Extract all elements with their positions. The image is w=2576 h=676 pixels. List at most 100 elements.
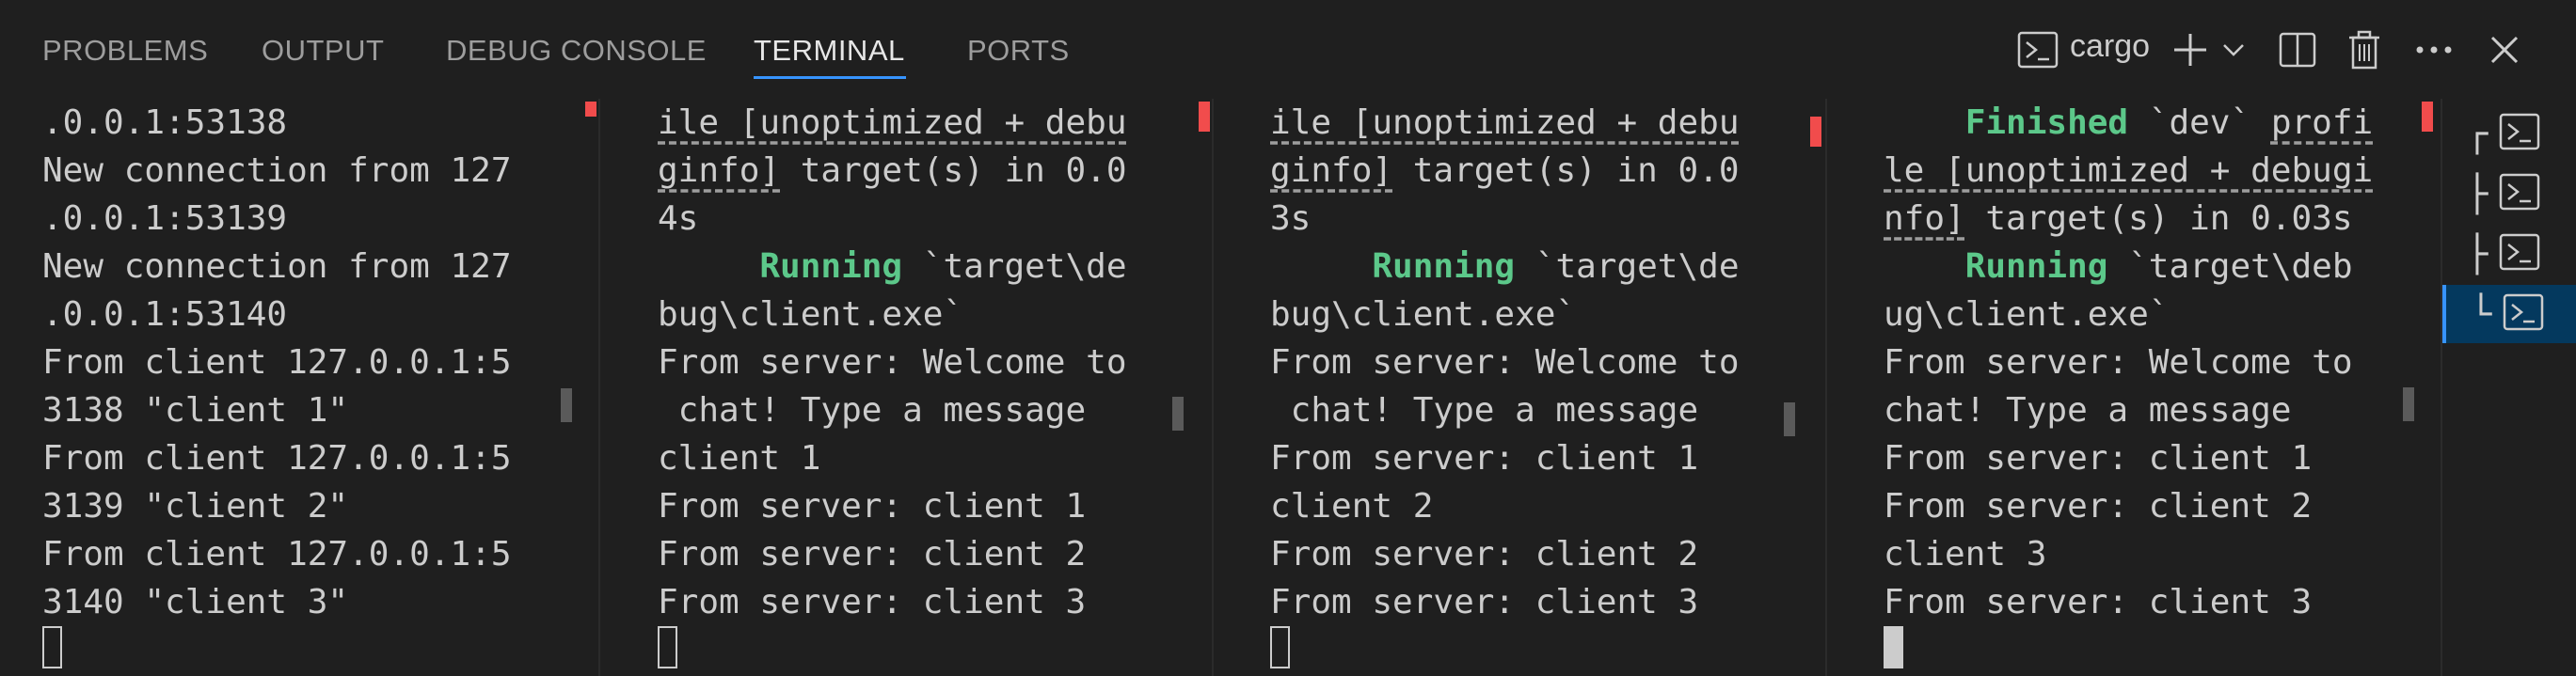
- pane-divider[interactable]: [598, 99, 600, 676]
- terminal-list-item[interactable]: └: [2442, 285, 2576, 343]
- terminal-text: From client 127.0.0.1:5: [42, 535, 512, 574]
- terminal-line: From server: Welcome to: [658, 338, 1166, 386]
- terminal-text: .0.0.1:53139: [42, 199, 288, 238]
- terminal-icon[interactable]: [2012, 21, 2064, 79]
- prompt-line: [1884, 626, 2399, 674]
- terminal-text: ile [unoptimized + debu: [1270, 103, 1740, 142]
- terminal-line: 3140 "client 3": [42, 578, 546, 626]
- terminal-line: From client 127.0.0.1:5: [42, 530, 546, 578]
- trash-icon[interactable]: [2343, 21, 2386, 79]
- terminal-line: bug\client.exe`: [658, 291, 1166, 338]
- terminal-pane-client-3[interactable]: Finished `dev` profi le [unoptimized + de…: [1884, 99, 2399, 676]
- scrollbar-thumb[interactable]: [2403, 387, 2414, 421]
- terminal-text: From server: client 2: [658, 535, 1087, 574]
- terminal-list-item[interactable]: ┌: [2442, 104, 2576, 163]
- tab-output[interactable]: OUTPUT: [262, 32, 384, 70]
- tab-ports[interactable]: PORTS: [967, 32, 1070, 70]
- terminal-text: From client 127.0.0.1:5: [42, 439, 512, 478]
- prompt-line: [42, 626, 546, 674]
- terminal-text: `dev`: [2128, 103, 2271, 142]
- terminal-line: .0.0.1:53139: [42, 195, 546, 243]
- terminal-line: From server: client 2: [658, 530, 1166, 578]
- plus-icon[interactable]: [2170, 21, 2211, 79]
- terminal-text: nfo]: [1884, 199, 1965, 238]
- terminal-text: `target\de: [902, 247, 1127, 286]
- scrollbar-marker: [1810, 117, 1821, 147]
- terminal-line: From server: Welcome to: [1270, 338, 1778, 386]
- tree-connector: ┌: [2466, 113, 2489, 154]
- terminal-line: client 3: [1884, 530, 2399, 578]
- terminal-list-item[interactable]: ├: [2442, 225, 2576, 283]
- pane-divider[interactable]: [1825, 99, 1827, 676]
- terminal-list-item[interactable]: ├: [2442, 165, 2576, 223]
- terminal-line: 3s: [1270, 195, 1778, 243]
- terminal-text: target(s) in 0.03s: [1964, 199, 2353, 238]
- terminal-icon: [2503, 293, 2544, 336]
- terminal-line: From server: client 1: [1270, 434, 1778, 482]
- tree-connector: └: [2470, 293, 2492, 335]
- terminal-line: From server: client 3: [1270, 578, 1778, 626]
- terminal-text: From server: Welcome to: [1270, 343, 1740, 382]
- terminal-text: `target\deb: [2107, 247, 2353, 286]
- terminal-line: From server: client 1: [658, 482, 1166, 530]
- terminal-pane-client-1[interactable]: ile [unoptimized + debu ginfo] target(s) …: [658, 99, 1166, 676]
- tab-terminal[interactable]: TERMINAL: [754, 32, 905, 70]
- terminal-cursor: [1884, 626, 1903, 668]
- prompt-line: [658, 626, 1166, 674]
- tab-debug-console[interactable]: DEBUG CONSOLE: [446, 32, 707, 70]
- terminal-text: From server: client 3: [1270, 583, 1699, 621]
- terminal-line: New connection from 127: [42, 243, 546, 291]
- terminal-icon: [2499, 173, 2540, 215]
- terminal-text: 3139 "client 2": [42, 487, 349, 526]
- terminal-line: 3139 "client 2": [42, 482, 546, 530]
- terminal-text: bug\client.exe`: [1270, 295, 1577, 334]
- terminal-line: Running `target\de: [1270, 243, 1778, 291]
- terminal-text: ginfo]: [1270, 151, 1393, 190]
- terminal-text: 3138 "client 1": [42, 391, 349, 430]
- terminal-name-label[interactable]: cargo: [2070, 28, 2150, 65]
- scrollbar-thumb[interactable]: [1784, 402, 1795, 436]
- split-icon[interactable]: [2275, 21, 2320, 79]
- status-keyword: Running: [1372, 247, 1516, 286]
- terminal-text: .0.0.1:53138: [42, 103, 288, 142]
- pane-divider[interactable]: [1212, 99, 1214, 676]
- terminal-line: Running `target\deb: [1884, 243, 2399, 291]
- prompt-line: [1270, 626, 1778, 674]
- terminal-text: `target\de: [1515, 247, 1740, 286]
- close-icon[interactable]: [2484, 21, 2525, 79]
- terminal-text: From server: Welcome to: [658, 343, 1127, 382]
- scrollbar-marker: [585, 102, 596, 117]
- scrollbar-thumb[interactable]: [561, 388, 572, 422]
- terminal-line: From client 127.0.0.1:5: [42, 338, 546, 386]
- scrollbar-marker: [1199, 102, 1210, 132]
- terminal-line: New connection from 127: [42, 147, 546, 195]
- terminal-text: bug\client.exe`: [658, 295, 964, 334]
- scrollbar-thumb[interactable]: [1172, 397, 1184, 431]
- panel-tab-bar: PROBLEMS OUTPUT DEBUG CONSOLE TERMINAL P…: [0, 0, 2576, 99]
- terminal-line: bug\client.exe`: [1270, 291, 1778, 338]
- terminal-icon: [2499, 233, 2540, 275]
- chevron-down-icon[interactable]: [2218, 21, 2249, 79]
- ellipsis-icon[interactable]: [2412, 21, 2456, 79]
- terminal-text: From server: client 1: [658, 487, 1087, 526]
- terminal-line: From server: client 3: [658, 578, 1166, 626]
- terminal-line: .0.0.1:53140: [42, 291, 546, 338]
- terminal-line: le [unoptimized + debugi: [1884, 147, 2399, 195]
- terminal-line: From server: client 2: [1270, 530, 1778, 578]
- terminal-line: Finished `dev` profi: [1884, 99, 2399, 147]
- terminal-text: From server: client 2: [1884, 487, 2313, 526]
- terminal-pane-client-2[interactable]: ile [unoptimized + debu ginfo] target(s) …: [1270, 99, 1778, 676]
- tab-problems[interactable]: PROBLEMS: [42, 32, 208, 70]
- terminal-pane-server[interactable]: .0.0.1:53138 New connection from 127 .0.0.…: [42, 99, 546, 676]
- terminal-line: client 2: [1270, 482, 1778, 530]
- terminal-text: chat! Type a message: [658, 391, 1087, 430]
- terminal-icon: [2499, 113, 2540, 155]
- terminal-text: chat! Type a message: [1270, 391, 1699, 430]
- terminal-text: From server: client 1: [1884, 439, 2313, 478]
- status-keyword: Finished: [1964, 103, 2129, 142]
- terminal-line: ile [unoptimized + debu: [1270, 99, 1778, 147]
